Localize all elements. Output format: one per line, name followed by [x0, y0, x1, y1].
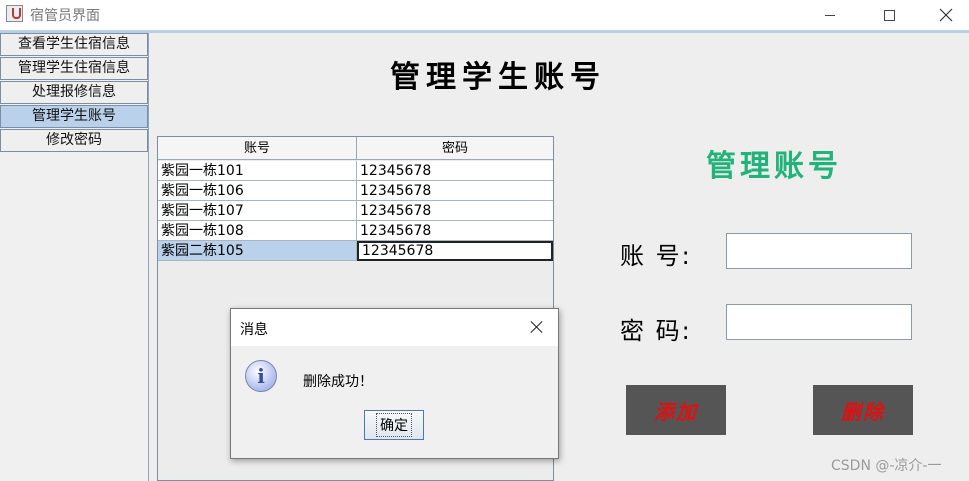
close-icon: [939, 8, 953, 22]
cell-account[interactable]: 紫园二栋105: [158, 241, 357, 261]
sidebar-item-view-lodging[interactable]: 查看学生住宿信息: [0, 33, 148, 56]
dialog-title: 消息: [240, 322, 268, 338]
cell-password[interactable]: 12345678: [357, 181, 553, 201]
minimize-icon: [825, 14, 835, 16]
table-row-selected[interactable]: 紫园二栋105 12345678: [158, 241, 553, 261]
cell-account[interactable]: 紫园一栋101: [158, 161, 357, 181]
table-row[interactable]: 紫园一栋106 12345678: [158, 181, 553, 201]
maximize-button[interactable]: [866, 0, 912, 30]
cell-password[interactable]: 12345678: [357, 201, 553, 221]
dialog-close-icon[interactable]: [527, 317, 547, 337]
cell-account[interactable]: 紫园一栋107: [158, 201, 357, 221]
cell-account[interactable]: 紫园一栋108: [158, 221, 357, 241]
sidebar-item-repairs[interactable]: 处理报修信息: [0, 81, 148, 104]
cell-password[interactable]: 12345678: [357, 161, 553, 181]
delete-button[interactable]: 删除: [813, 385, 913, 435]
cell-password-focused[interactable]: 12345678: [357, 241, 553, 261]
table-row[interactable]: 紫园一栋108 12345678: [158, 221, 553, 241]
window-close-button[interactable]: [923, 0, 969, 30]
sidebar-item-change-password[interactable]: 修改密码: [0, 129, 148, 152]
password-input[interactable]: [726, 304, 912, 340]
sidebar-item-manage-accounts[interactable]: 管理学生账号: [0, 105, 148, 128]
account-input[interactable]: [726, 233, 912, 269]
minimize-button[interactable]: [807, 0, 853, 30]
cell-account[interactable]: 紫园一栋106: [158, 181, 357, 201]
window-titlebar: 宿管员界面: [0, 0, 969, 30]
table-header: 账号 密码: [158, 137, 553, 160]
password-label: 密 码:: [620, 317, 692, 345]
dialog-titlebar: 消息: [231, 309, 558, 346]
page-title: 管理学生账号: [390, 60, 606, 95]
message-dialog: 消息 i 删除成功！ 确定: [230, 308, 559, 459]
info-icon: i: [245, 360, 277, 392]
cell-password[interactable]: 12345678: [357, 221, 553, 241]
window-title: 宿管员界面: [30, 8, 100, 24]
sidebar-item-manage-lodging[interactable]: 管理学生住宿信息: [0, 57, 148, 80]
ok-button-label: 确定: [376, 413, 412, 437]
sidebar: 查看学生住宿信息 管理学生住宿信息 处理报修信息 管理学生账号 修改密码: [0, 33, 149, 481]
dialog-message: 删除成功！: [303, 374, 373, 390]
column-header-account[interactable]: 账号: [158, 137, 357, 160]
form-title: 管理账号: [706, 149, 842, 184]
java-app-icon: [6, 5, 23, 22]
column-header-password[interactable]: 密码: [357, 137, 553, 160]
table-row[interactable]: 紫园一栋101 12345678: [158, 161, 553, 181]
table-row[interactable]: 紫园一栋107 12345678: [158, 201, 553, 221]
account-label: 账 号:: [620, 242, 692, 270]
ok-button[interactable]: 确定: [364, 410, 424, 440]
add-button[interactable]: 添加: [626, 385, 726, 435]
maximize-icon: [883, 9, 895, 21]
watermark: CSDN @-凉介-一: [831, 458, 942, 474]
